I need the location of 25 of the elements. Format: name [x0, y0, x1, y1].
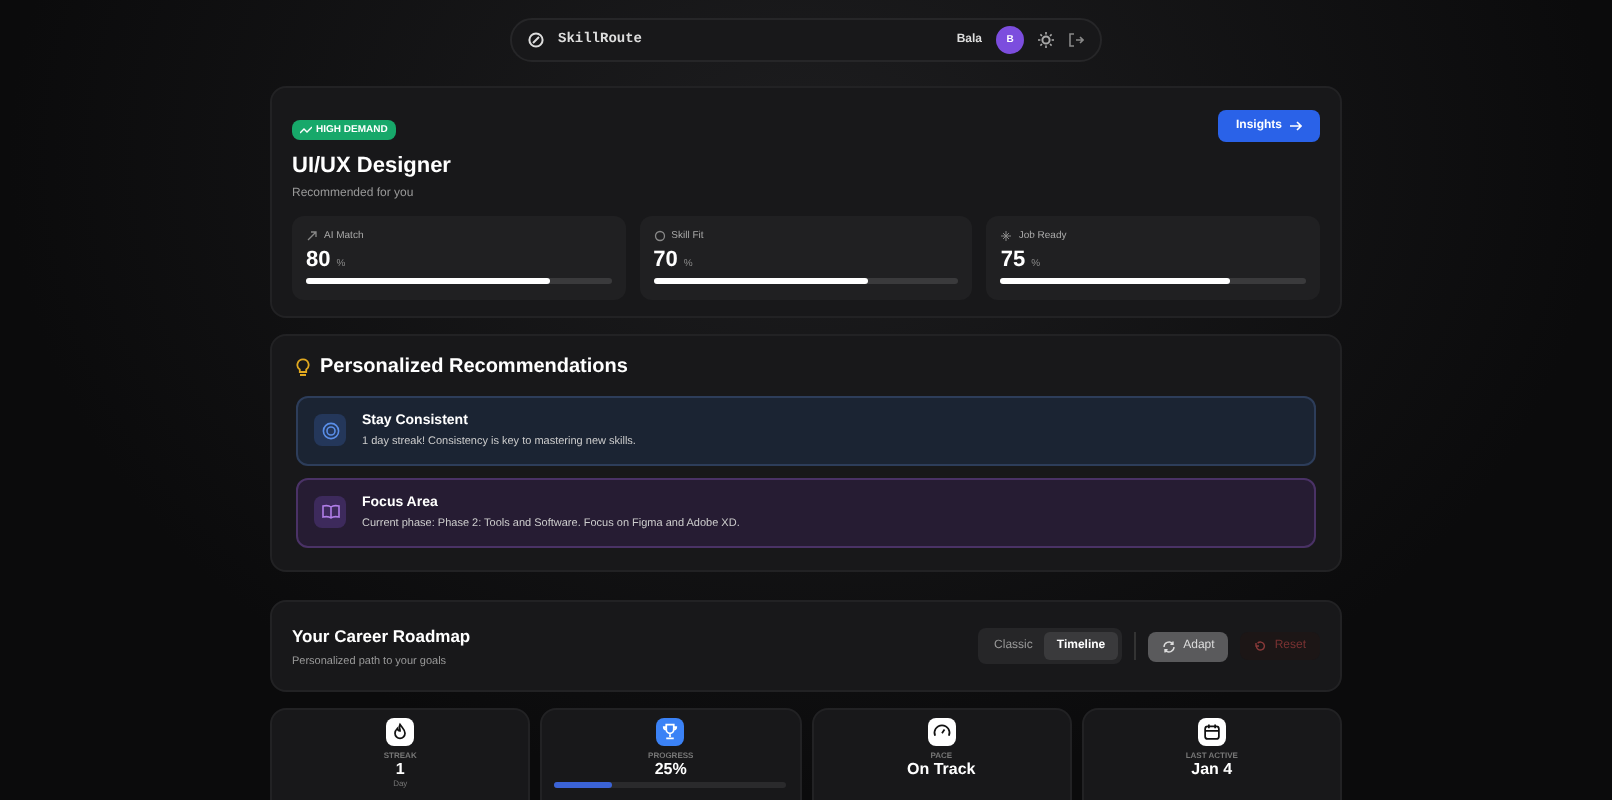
metric-icon [306, 230, 318, 242]
sun-icon[interactable] [1038, 32, 1054, 48]
metric-icon [1000, 230, 1013, 242]
lightbulb-icon [296, 357, 310, 377]
undo-icon [1254, 640, 1267, 652]
gauge-icon [927, 718, 956, 746]
book-icon [314, 496, 346, 528]
stat-value: Jan 4 [1191, 762, 1233, 780]
recommendations-title: Personalized Recommendations [320, 356, 628, 378]
metric-value: 80 [306, 248, 331, 272]
logout-icon[interactable] [1068, 32, 1084, 48]
trophy-icon [656, 718, 685, 746]
stat-value: 25% [654, 762, 687, 780]
roadmap-title: Your Career Roadmap [292, 625, 471, 645]
stat-value: On Track [907, 762, 976, 780]
stat-value: 1 [395, 762, 405, 780]
role-title: UI/UX Designer [292, 154, 451, 178]
arrow-right-icon [1290, 120, 1302, 132]
refresh-icon [1161, 639, 1176, 653]
metric-value: 70 [653, 248, 678, 272]
metric-icon [653, 230, 666, 242]
metric-value: 75 [1000, 248, 1026, 272]
calendar-icon [1197, 718, 1226, 746]
flame-icon [386, 718, 415, 746]
target-icon [314, 414, 346, 446]
